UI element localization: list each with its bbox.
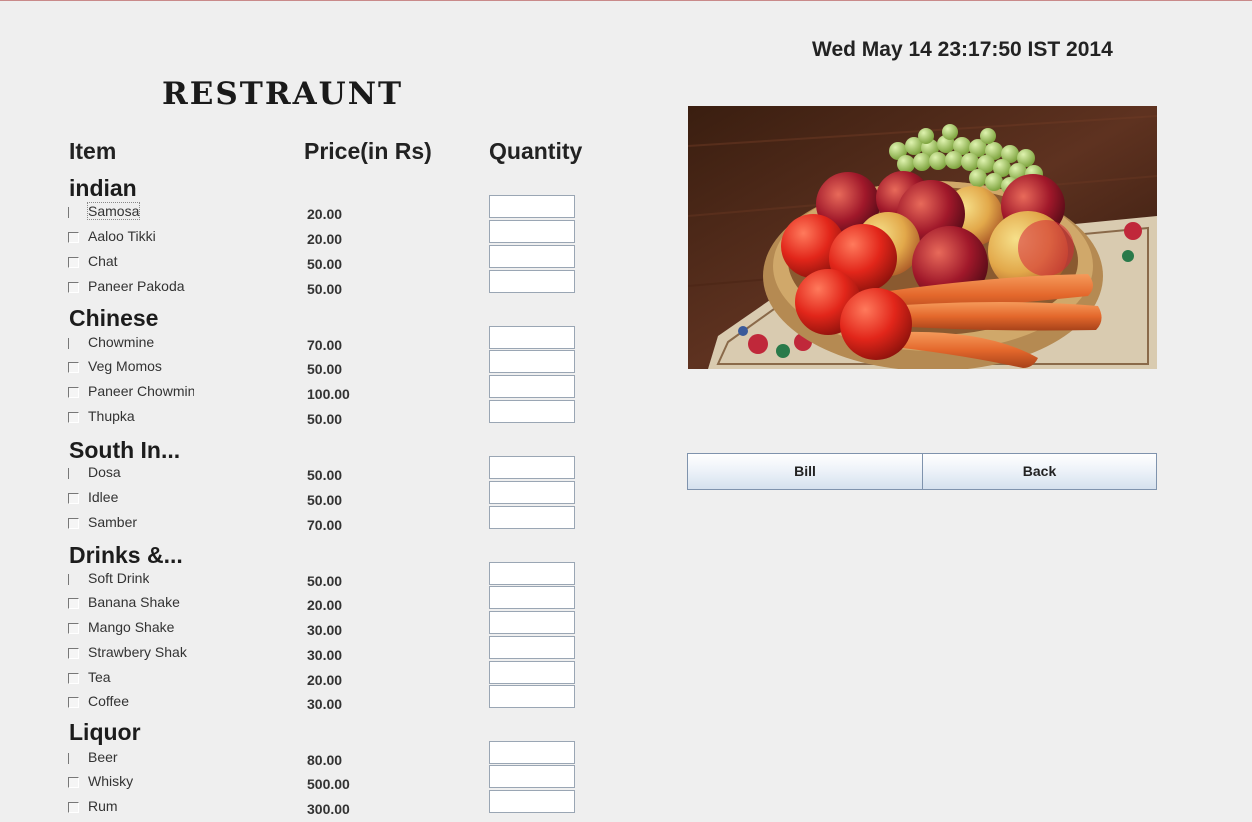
quantity-column-header: Quantity (489, 138, 583, 164)
item-price: 30.00 (307, 696, 343, 712)
item-column-header: Item (69, 138, 117, 164)
category-south-indian: South In... (69, 437, 181, 463)
quantity-input[interactable] (489, 741, 575, 764)
item-name: Mango Shake (88, 619, 175, 635)
item-price: 50.00 (307, 492, 343, 508)
item-checkbox[interactable] (68, 777, 79, 788)
item-name: Coffee (88, 693, 129, 709)
item-price: 50.00 (307, 256, 343, 272)
item-name: Soft Drink (88, 570, 150, 586)
item-checkbox[interactable] (68, 574, 71, 585)
item-price: 50.00 (307, 411, 343, 427)
quantity-input[interactable] (489, 790, 575, 813)
item-price: 50.00 (307, 573, 343, 589)
item-checkbox[interactable] (68, 623, 79, 634)
item-price: 30.00 (307, 622, 343, 638)
item-name: Paneer Pakoda (88, 278, 185, 294)
menu-item-row: Coffee 30.00 (68, 685, 588, 717)
item-checkbox[interactable] (68, 387, 79, 398)
category-chinese: Chinese (69, 305, 159, 331)
window-top-border (0, 0, 1252, 1)
quantity-input[interactable] (489, 326, 575, 349)
item-price: 300.00 (307, 801, 350, 817)
quantity-input[interactable] (489, 270, 575, 293)
quantity-input[interactable] (489, 375, 575, 398)
item-checkbox[interactable] (68, 468, 71, 479)
item-name: Strawbery Shak (88, 644, 187, 660)
item-name: Dosa (88, 464, 121, 480)
item-price: 100.00 (307, 386, 350, 402)
item-price: 70.00 (307, 337, 343, 353)
quantity-input[interactable] (489, 350, 575, 373)
menu-item-row: Paneer Pakoda 50.00 (68, 270, 588, 302)
item-price: 20.00 (307, 597, 343, 613)
quantity-input[interactable] (489, 586, 575, 609)
item-name: Samosa (86, 202, 141, 220)
item-checkbox[interactable] (68, 338, 71, 349)
item-checkbox[interactable] (68, 257, 79, 268)
item-checkbox[interactable] (68, 598, 79, 609)
quantity-input[interactable] (489, 611, 575, 634)
bill-button[interactable]: Bill (687, 453, 923, 490)
item-name: Whisky (88, 773, 134, 789)
quantity-input[interactable] (489, 245, 575, 268)
item-name: Paneer Chowmine (88, 383, 194, 399)
item-name: Banana Shake (88, 594, 180, 610)
item-price: 20.00 (307, 672, 343, 688)
item-name: Rum (88, 798, 118, 814)
category-liquor: Liquor (69, 719, 141, 745)
quantity-input[interactable] (489, 506, 575, 529)
quantity-input[interactable] (489, 481, 575, 504)
menu-item-row: Thupka 50.00 (68, 400, 588, 432)
item-name: Aaloo Tikki (88, 228, 156, 244)
item-price: 30.00 (307, 647, 343, 663)
item-name: Idlee (88, 489, 119, 505)
quantity-input[interactable] (489, 400, 575, 423)
item-price: 20.00 (307, 206, 343, 222)
item-name: Samber (88, 514, 138, 530)
item-checkbox[interactable] (68, 362, 79, 373)
menu-item-row: Samber 70.00 (68, 506, 588, 538)
quantity-input[interactable] (489, 661, 575, 684)
item-name: Beer (88, 749, 118, 765)
item-price: 50.00 (307, 361, 343, 377)
item-name: Thupka (88, 408, 135, 424)
menu-item-row: Rum 300.00 (68, 790, 588, 822)
price-column-header: Price(in Rs) (304, 138, 432, 164)
category-drinks: Drinks &... (69, 542, 183, 568)
item-name: Chat (88, 253, 118, 269)
item-checkbox[interactable] (68, 753, 71, 764)
quantity-input[interactable] (489, 220, 575, 243)
item-price: 20.00 (307, 231, 343, 247)
item-checkbox[interactable] (68, 412, 79, 423)
quantity-input[interactable] (489, 685, 575, 708)
item-checkbox[interactable] (68, 802, 79, 813)
item-name: Veg Momos (88, 358, 162, 374)
quantity-input[interactable] (489, 456, 575, 479)
item-price: 50.00 (307, 467, 343, 483)
item-checkbox[interactable] (68, 673, 79, 684)
item-checkbox[interactable] (68, 648, 79, 659)
item-price: 70.00 (307, 517, 343, 533)
back-button[interactable]: Back (922, 453, 1157, 490)
quantity-input[interactable] (489, 636, 575, 659)
datetime-label: Wed May 14 23:17:50 IST 2014 (812, 38, 1113, 61)
item-name: Chowmine (88, 334, 155, 350)
item-checkbox[interactable] (68, 282, 79, 293)
item-name: Tea (88, 669, 111, 685)
quantity-input[interactable] (489, 765, 575, 788)
item-checkbox[interactable] (68, 232, 79, 243)
item-checkbox[interactable] (68, 697, 79, 708)
quantity-input[interactable] (489, 195, 575, 218)
item-price: 50.00 (307, 281, 343, 297)
item-price: 80.00 (307, 752, 343, 768)
item-checkbox[interactable] (68, 207, 71, 218)
fruit-basket-image (688, 106, 1157, 369)
quantity-input[interactable] (489, 562, 575, 585)
item-checkbox[interactable] (68, 493, 79, 504)
item-price: 500.00 (307, 776, 350, 792)
item-checkbox[interactable] (68, 518, 79, 529)
restaurant-title: RESTRAUNT (162, 76, 404, 112)
category-indian: indian (69, 175, 137, 201)
